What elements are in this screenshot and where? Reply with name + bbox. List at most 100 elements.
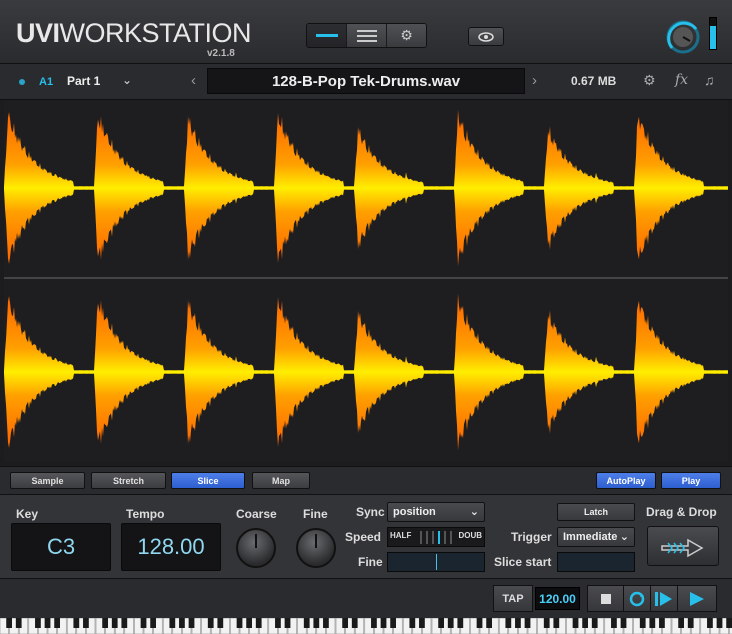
- black-key[interactable]: [726, 618, 732, 628]
- black-key[interactable]: [486, 618, 492, 628]
- black-key[interactable]: [620, 618, 627, 628]
- black-key[interactable]: [255, 618, 262, 628]
- black-key[interactable]: [371, 618, 377, 628]
- black-key[interactable]: [275, 618, 281, 628]
- black-key[interactable]: [323, 618, 329, 628]
- logo-uvi: UVI: [16, 18, 60, 48]
- black-key[interactable]: [140, 618, 147, 628]
- speed-half-option[interactable]: HALF: [390, 531, 411, 540]
- black-key[interactable]: [611, 618, 617, 628]
- black-key[interactable]: [515, 618, 521, 628]
- black-key[interactable]: [15, 618, 22, 628]
- black-key[interactable]: [342, 618, 348, 628]
- black-key[interactable]: [217, 618, 224, 628]
- black-key[interactable]: [409, 618, 416, 628]
- black-key[interactable]: [649, 618, 656, 628]
- black-key[interactable]: [438, 618, 444, 628]
- list-view-button[interactable]: [347, 24, 387, 47]
- black-key[interactable]: [687, 618, 694, 628]
- chevron-down-icon[interactable]: ⌄: [122, 73, 132, 87]
- filename-display[interactable]: 128-B-Pop Tek-Drums.wav: [207, 68, 525, 94]
- black-key[interactable]: [553, 618, 560, 628]
- tab-slice[interactable]: Slice: [171, 472, 245, 489]
- play-from-start-button[interactable]: [650, 585, 678, 612]
- coarse-knob[interactable]: [236, 528, 276, 568]
- black-key[interactable]: [6, 618, 12, 628]
- trigger-dropdown[interactable]: Immediate ⌄: [557, 527, 635, 547]
- fx-icon[interactable]: fx: [675, 72, 688, 88]
- tempo-display[interactable]: 128.00: [121, 523, 221, 571]
- black-key[interactable]: [150, 618, 156, 628]
- tab-map[interactable]: Map: [252, 472, 310, 489]
- tap-tempo-button[interactable]: TAP: [493, 585, 533, 612]
- black-key[interactable]: [284, 618, 291, 628]
- single-view-button[interactable]: [307, 24, 347, 47]
- black-key[interactable]: [73, 618, 80, 628]
- play-mode-button[interactable]: Play: [661, 472, 721, 489]
- black-key[interactable]: [83, 618, 89, 628]
- black-key[interactable]: [659, 618, 665, 628]
- eye-icon: [478, 31, 494, 42]
- black-key[interactable]: [582, 618, 588, 628]
- drag-drop-area[interactable]: [647, 526, 719, 566]
- play-button[interactable]: [677, 585, 717, 612]
- master-volume-knob[interactable]: [666, 20, 700, 54]
- piano-keyboard[interactable]: [0, 618, 732, 634]
- autoplay-button[interactable]: AutoPlay: [596, 472, 656, 489]
- black-key[interactable]: [572, 618, 579, 628]
- black-key[interactable]: [543, 618, 550, 628]
- tab-stretch[interactable]: Stretch: [91, 472, 166, 489]
- host-tempo-display[interactable]: 120.00: [535, 587, 580, 610]
- loop-button[interactable]: [623, 585, 651, 612]
- black-key[interactable]: [54, 618, 60, 628]
- previous-file-icon[interactable]: ‹: [191, 72, 196, 89]
- speed-double-option[interactable]: DOUB: [458, 531, 482, 540]
- stop-button[interactable]: [587, 585, 624, 612]
- black-key[interactable]: [236, 618, 243, 628]
- black-key[interactable]: [447, 618, 454, 628]
- black-key[interactable]: [476, 618, 483, 628]
- key-display[interactable]: C3: [11, 523, 111, 571]
- black-key[interactable]: [505, 618, 512, 628]
- latch-button[interactable]: Latch: [557, 503, 635, 521]
- waveform-display[interactable]: [4, 100, 728, 462]
- black-key[interactable]: [35, 618, 41, 628]
- black-key[interactable]: [188, 618, 195, 628]
- black-key[interactable]: [524, 618, 531, 628]
- sync-dropdown[interactable]: position ⌄: [387, 502, 485, 522]
- black-key[interactable]: [707, 618, 713, 628]
- black-key[interactable]: [102, 618, 108, 628]
- settings-button[interactable]: ⚙: [387, 24, 426, 47]
- trigger-value: Immediate: [563, 531, 618, 543]
- black-key[interactable]: [419, 618, 425, 628]
- fine-knob[interactable]: [296, 528, 336, 568]
- black-key[interactable]: [246, 618, 252, 628]
- play-from-start-icon: [655, 591, 672, 606]
- note-icon[interactable]: ♫: [704, 72, 715, 88]
- black-key[interactable]: [169, 618, 176, 628]
- part-name[interactable]: Part 1: [67, 74, 100, 88]
- black-key[interactable]: [313, 618, 320, 628]
- black-key[interactable]: [591, 618, 598, 628]
- black-key[interactable]: [207, 618, 214, 628]
- black-key[interactable]: [121, 618, 128, 628]
- black-key[interactable]: [390, 618, 396, 628]
- tab-sample[interactable]: Sample: [10, 472, 85, 489]
- black-key[interactable]: [457, 618, 464, 628]
- fine-slider[interactable]: [387, 552, 485, 572]
- preview-button[interactable]: [468, 27, 504, 46]
- black-key[interactable]: [351, 618, 358, 628]
- black-key[interactable]: [303, 618, 310, 628]
- slice-start-slider[interactable]: [557, 552, 635, 572]
- black-key[interactable]: [179, 618, 185, 628]
- black-key[interactable]: [678, 618, 684, 628]
- settings-icon[interactable]: ⚙: [643, 72, 656, 89]
- black-key[interactable]: [716, 618, 723, 628]
- waveform-svg: [4, 109, 728, 451]
- black-key[interactable]: [44, 618, 51, 628]
- black-key[interactable]: [111, 618, 118, 628]
- black-key[interactable]: [639, 618, 646, 628]
- black-key[interactable]: [380, 618, 387, 628]
- speed-selector[interactable]: HALF DOUB: [387, 527, 485, 547]
- next-file-icon[interactable]: ›: [532, 72, 537, 89]
